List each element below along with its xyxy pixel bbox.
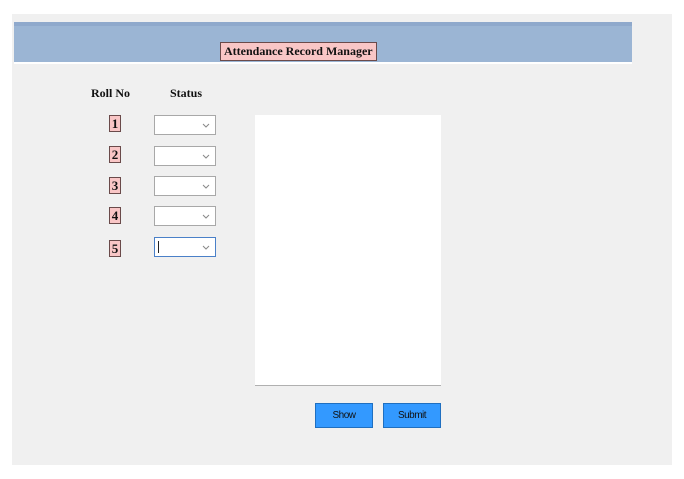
chevron-down-icon: [202, 184, 210, 189]
text-cursor: [158, 241, 159, 253]
chevron-down-icon: [202, 154, 210, 159]
chevron-down-icon: [202, 245, 210, 250]
status-select-5[interactable]: [154, 237, 216, 257]
roll-label-1: 1: [109, 115, 121, 132]
roll-no-header: Roll No: [91, 86, 130, 100]
output-textarea[interactable]: [255, 115, 441, 386]
status-select-3[interactable]: [154, 176, 216, 196]
app-window: Attendance Record Manager Roll No Status…: [12, 14, 672, 465]
roll-label-5: 5: [109, 240, 121, 257]
roll-label-3: 3: [109, 177, 121, 194]
status-header: Status: [170, 86, 203, 100]
roll-label-4: 4: [109, 207, 121, 224]
show-button[interactable]: Show: [315, 403, 373, 428]
roll-label-2: 2: [109, 146, 121, 163]
header-bar: Attendance Record Manager: [14, 22, 632, 64]
chevron-down-icon: [202, 123, 210, 128]
page-title: Attendance Record Manager: [220, 42, 377, 61]
status-select-4[interactable]: [154, 206, 216, 226]
status-select-1[interactable]: [154, 115, 216, 135]
status-select-2[interactable]: [154, 146, 216, 166]
submit-button[interactable]: Submit: [383, 403, 441, 428]
chevron-down-icon: [202, 214, 210, 219]
